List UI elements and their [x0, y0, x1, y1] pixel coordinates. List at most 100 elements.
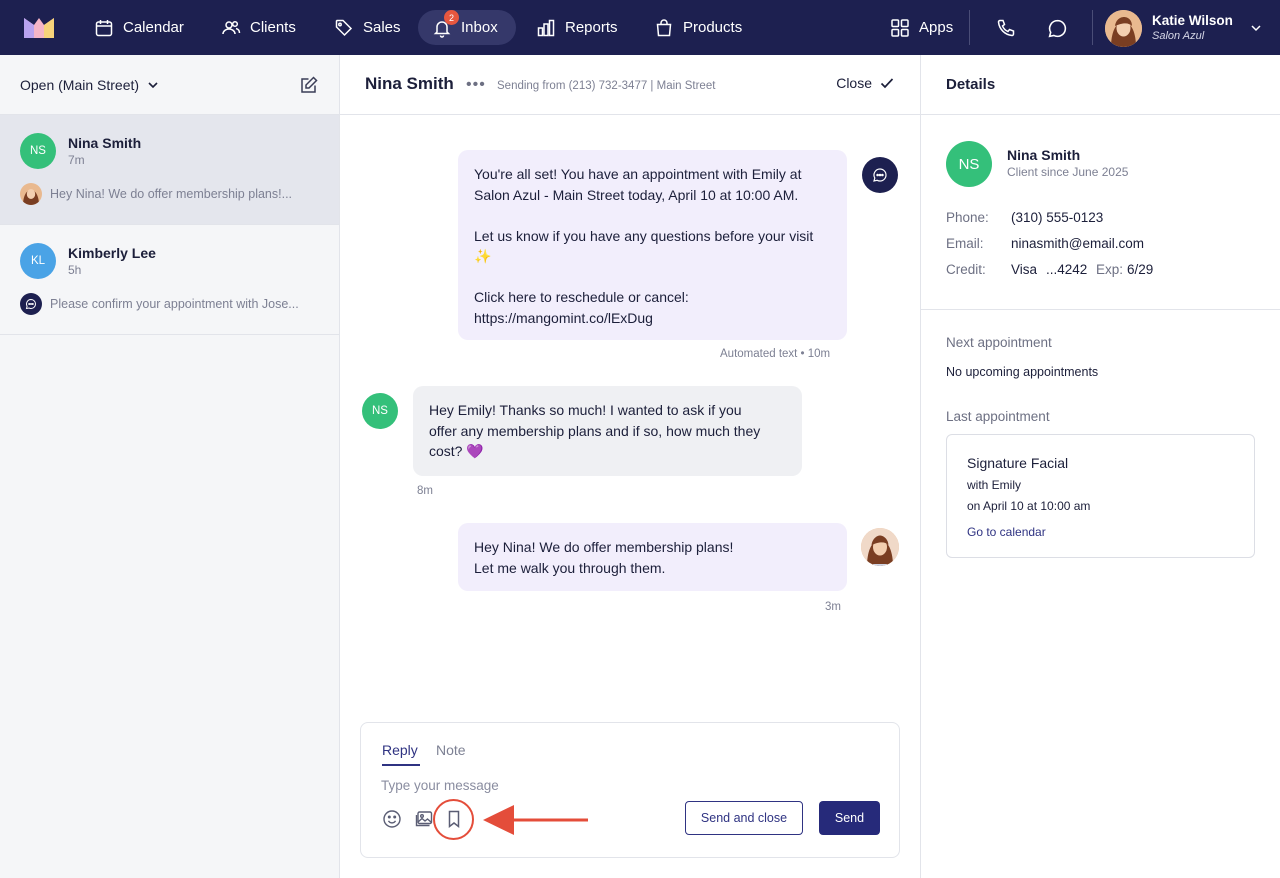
staff-avatar: [861, 528, 899, 566]
nav-clients[interactable]: Clients: [207, 10, 310, 45]
nav-reports-label: Reports: [565, 19, 618, 36]
phone-value: (310) 555-0123: [1011, 210, 1104, 225]
staff-avatar-mini: [20, 183, 42, 205]
conversation-avatar: KL: [20, 243, 56, 279]
last-appointment-label: Last appointment: [946, 409, 1050, 424]
nav-products-label: Products: [683, 19, 743, 36]
message-bubble-incoming: Hey Emily! Thanks so much! I wanted to a…: [413, 386, 802, 476]
client-avatar-large: NS: [946, 141, 992, 187]
conversation-list-header: Open (Main Street): [0, 55, 339, 115]
conversation-name: Kimberly Lee: [68, 245, 156, 261]
next-appointment-value: No upcoming appointments: [946, 365, 1099, 379]
tab-reply[interactable]: Reply: [382, 742, 418, 758]
send-button[interactable]: Send: [819, 801, 880, 835]
more-options-icon[interactable]: •••: [466, 76, 486, 94]
message-line[interactable]: https://mangomint.co/lExDug: [474, 308, 831, 329]
clients-icon: [222, 20, 241, 34]
chat-panel: Nina Smith ••• Sending from (213) 732-34…: [340, 55, 921, 878]
tab-note[interactable]: Note: [436, 742, 466, 758]
chat-header: Nina Smith ••• Sending from (213) 732-34…: [340, 55, 920, 115]
phone-label: Phone:: [946, 210, 989, 225]
message-meta: Automated text • 10m: [720, 348, 831, 360]
credit-label: Credit:: [946, 262, 986, 277]
nav-divider: [969, 10, 970, 45]
calendar-icon: [95, 19, 113, 36]
inbox-filter-dropdown[interactable]: Open (Main Street): [20, 77, 159, 93]
conversation-preview-text: Please confirm your appointment with Jos…: [50, 297, 299, 311]
bar-chart-icon: [537, 19, 555, 36]
conversation-list-panel: Open (Main Street) NS Nina Smith 7m Hey …: [0, 55, 340, 878]
nav-calendar-label: Calendar: [123, 19, 184, 36]
nav-inbox-label: Inbox: [461, 19, 498, 36]
phone-button[interactable]: [992, 14, 1020, 42]
go-to-calendar-link[interactable]: Go to calendar: [967, 525, 1046, 539]
nav-sales-label: Sales: [363, 19, 401, 36]
close-label: Close: [836, 75, 872, 91]
client-name[interactable]: Nina Smith: [1007, 147, 1080, 163]
user-name: Katie Wilson: [1152, 13, 1233, 28]
nav-divider-2: [1092, 10, 1093, 45]
image-icon: [415, 811, 433, 827]
bag-icon: [656, 18, 672, 36]
nav-inbox[interactable]: 2 Inbox: [418, 10, 516, 45]
message-line: Let us know if you have any questions be…: [474, 227, 814, 244]
exp-value: 6/29: [1127, 262, 1154, 277]
user-avatar: [1105, 9, 1142, 47]
image-button[interactable]: [413, 808, 435, 830]
message-input[interactable]: [381, 773, 881, 797]
message-line: Let me walk you through them.: [474, 559, 666, 576]
message-composer: Reply Note Send and close Send: [360, 722, 900, 858]
appointment-service: Signature Facial: [967, 455, 1069, 471]
tag-icon: [335, 19, 353, 36]
card-last4: ...4242: [1046, 262, 1088, 277]
user-menu[interactable]: Katie Wilson Salon Azul: [1105, 9, 1263, 47]
mangomint-logo[interactable]: [24, 16, 54, 38]
nav-apps-label: Apps: [919, 19, 954, 36]
conversation-preview: Hey Nina! We do offer membership plans!.…: [20, 183, 320, 205]
chat-title: Nina Smith: [365, 74, 454, 93]
apps-grid-icon: [891, 18, 909, 37]
top-nav: Calendar Clients Sales 2 Inbox Reports P…: [0, 0, 1280, 55]
chat-button[interactable]: [1043, 14, 1071, 42]
message-line: Hey Emily! Thanks so much! I wanted to a…: [429, 402, 742, 418]
client-since: Client since June 2025: [1007, 165, 1129, 179]
conversation-item-kimberly[interactable]: KL Kimberly Lee 5h Please confirm your a…: [0, 225, 339, 335]
emoji-button[interactable]: [381, 808, 403, 830]
smiley-icon: [383, 810, 401, 828]
user-salon: Salon Azul: [1152, 30, 1205, 42]
automated-message-avatar: [862, 157, 898, 193]
details-panel: Details NS Nina Smith Client since June …: [921, 55, 1280, 878]
message-line: Hey Nina! We do offer membership plans!: [474, 539, 734, 555]
conversation-avatar: NS: [20, 133, 56, 169]
last-appointment-card: Signature Facial with Emily on April 10 …: [946, 434, 1255, 558]
conversation-item-nina[interactable]: NS Nina Smith 7m Hey Nina! We do offer m…: [0, 115, 339, 225]
divider: [921, 309, 1280, 310]
chevron-down-icon: [1251, 25, 1261, 32]
conversation-time: 7m: [68, 153, 85, 167]
conversation-preview-text: Hey Nina! We do offer membership plans!.…: [50, 187, 293, 201]
conversation-name: Nina Smith: [68, 135, 142, 151]
nav-products[interactable]: Products: [640, 10, 756, 45]
message-line: You're all set! You have an appointment …: [474, 166, 802, 182]
checkmark-icon: [880, 78, 894, 89]
sending-from: Sending from (213) 732-3477 | Main Stree…: [497, 80, 716, 92]
nav-sales[interactable]: Sales: [320, 10, 415, 45]
message-line: ✨: [474, 248, 492, 264]
email-value: ninasmith@email.com: [1011, 236, 1144, 251]
message-line: Click here to reschedule or cancel:: [474, 289, 689, 305]
message-meta: 3m: [825, 601, 841, 613]
card-brand: Visa: [1011, 262, 1038, 277]
nav-apps[interactable]: Apps: [876, 10, 967, 45]
exp-label: Exp:: [1096, 262, 1124, 277]
nav-calendar[interactable]: Calendar: [80, 10, 198, 45]
compose-icon[interactable]: [299, 75, 319, 95]
close-conversation-button[interactable]: Close: [836, 75, 895, 91]
chat-bubble-icon: [1048, 19, 1066, 37]
nav-reports[interactable]: Reports: [522, 10, 632, 45]
chevron-down-icon: [148, 81, 158, 88]
message-line: cost? 💜: [429, 443, 484, 459]
email-label: Email:: [946, 236, 984, 251]
send-and-close-button[interactable]: Send and close: [685, 801, 803, 835]
automated-message-icon: [20, 293, 42, 315]
active-tab-indicator: [382, 764, 420, 766]
